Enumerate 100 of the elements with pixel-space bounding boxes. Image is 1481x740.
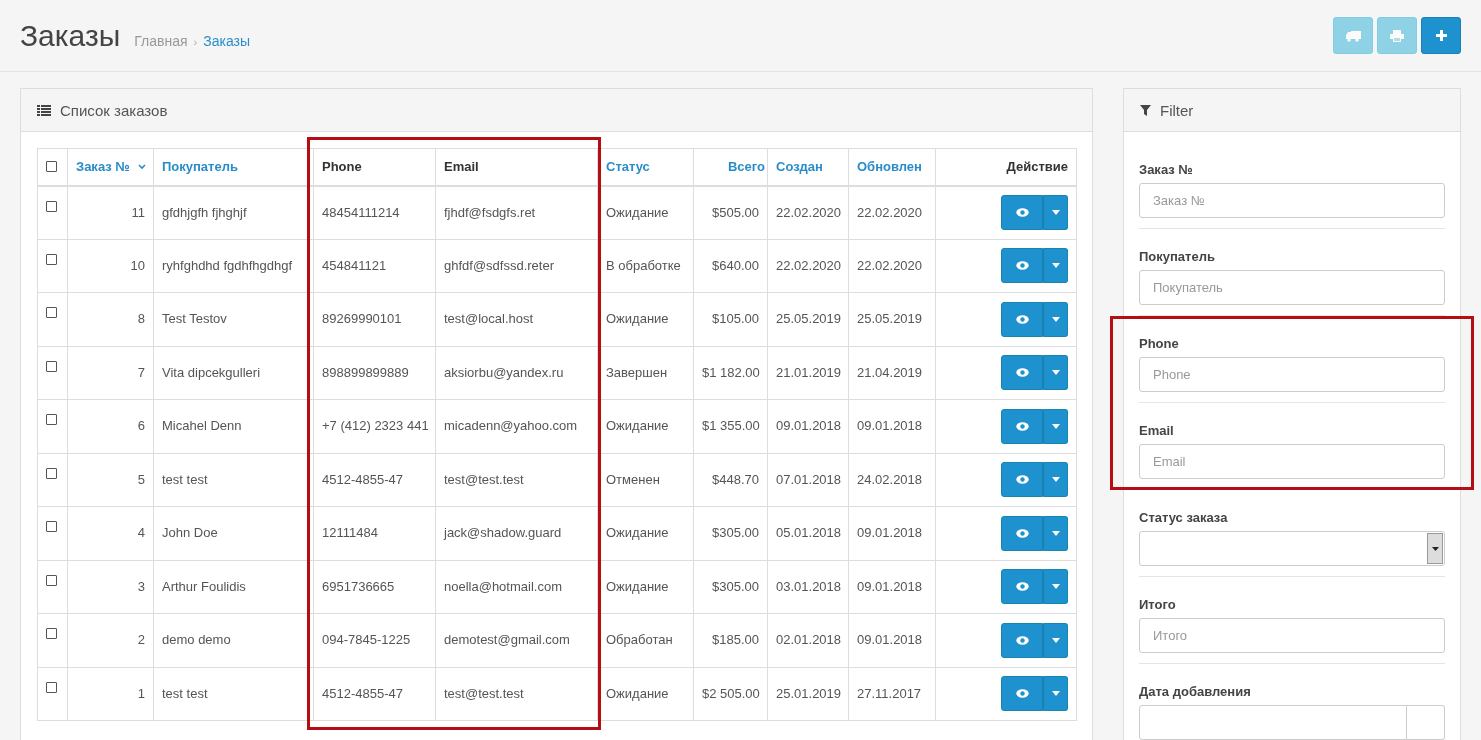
row-checkbox[interactable] [46, 467, 57, 479]
caret-icon [1051, 637, 1060, 643]
table-cell: aksiorbu@yandex.ru [444, 364, 564, 380]
table-cell: $1 355.00 [702, 418, 760, 434]
input-field[interactable]: Итого [1139, 618, 1445, 653]
row-checkbox[interactable] [46, 253, 57, 265]
table-cell: $305.00 [712, 525, 759, 541]
table-cell: test@local.host [444, 311, 534, 327]
dropdown-button[interactable] [1043, 248, 1068, 284]
column-header: Действие [1006, 158, 1068, 174]
table-cell: 094-7845-1225 [322, 632, 411, 648]
caret-icon [1051, 316, 1060, 322]
table-cell: noella@hotmail.com [444, 578, 562, 594]
row-checkbox[interactable] [46, 360, 57, 372]
table-cell: test test [162, 685, 208, 701]
table-cell: 09.01.2018 [776, 418, 842, 434]
filter-icon [1140, 104, 1151, 116]
row-checkbox[interactable] [46, 307, 57, 318]
input-field[interactable]: Email [1139, 444, 1445, 479]
row-checkbox[interactable] [46, 521, 57, 532]
table-cell: 4512-4855-47 [322, 685, 403, 701]
table-cell: Завершен [606, 364, 668, 380]
table-cell: 6951736665 [322, 578, 395, 594]
eye-icon [1015, 582, 1029, 592]
eye-icon [1015, 635, 1029, 645]
table-cell: 05.01.2018 [776, 525, 842, 541]
table-cell: 12111484 [322, 525, 378, 541]
caret-icon [1051, 530, 1060, 536]
dropdown-button[interactable] [1043, 569, 1068, 605]
input-field[interactable]: Покупатель [1139, 270, 1445, 305]
row-checkbox[interactable] [46, 200, 57, 212]
breadcrumb-link[interactable]: Главная [134, 32, 188, 49]
eye-icon [1015, 689, 1029, 699]
view-button[interactable] [1001, 515, 1043, 551]
select-field[interactable] [1139, 531, 1445, 566]
input-field[interactable]: Phone [1139, 357, 1445, 392]
table-cell: $1 182.00 [702, 364, 760, 380]
panel-title: Список заказов [60, 101, 168, 119]
add-button[interactable] [1421, 17, 1461, 54]
dropdown-button[interactable] [1043, 462, 1068, 498]
field-label: Заказ № [1139, 162, 1194, 177]
eye-icon [1015, 208, 1029, 217]
table-cell: 2 [137, 632, 145, 648]
field-label: Статус заказа [1139, 510, 1229, 525]
table-cell: 1 [137, 685, 145, 701]
dropdown-button[interactable] [1043, 676, 1068, 712]
table-cell: Обработан [606, 632, 673, 648]
input-field[interactable]: Заказ № [1139, 183, 1445, 218]
dropdown-button[interactable] [1043, 355, 1068, 391]
caret-icon [1051, 210, 1060, 215]
view-button[interactable] [1001, 355, 1043, 391]
dropdown-button[interactable] [1043, 515, 1068, 551]
table-cell: Ожидание [606, 204, 669, 220]
view-button[interactable] [1001, 408, 1043, 444]
view-button[interactable] [1001, 248, 1043, 284]
table-cell: jack@shadow.guard [444, 525, 562, 541]
date-field[interactable] [1139, 705, 1407, 740]
table-cell: $505.00 [712, 204, 759, 220]
table-cell: gfdhjgfh fjhghjf [162, 204, 247, 220]
caret-icon [1051, 477, 1060, 483]
view-button[interactable] [1001, 195, 1043, 230]
table-cell: 22.02.2020 [857, 257, 923, 273]
field-label: Phone [1139, 336, 1180, 351]
table-cell: 25.05.2019 [857, 311, 923, 327]
table-cell: Ожидание [606, 525, 669, 541]
dropdown-button[interactable] [1043, 408, 1068, 444]
table-cell: 25.01.2019 [776, 685, 842, 701]
row-checkbox[interactable] [46, 681, 57, 693]
row-checkbox[interactable] [46, 574, 57, 586]
table-cell: $640.00 [712, 257, 759, 273]
breadcrumb-link[interactable]: Заказы [203, 32, 251, 49]
row-checkbox[interactable] [46, 414, 57, 425]
table-cell: 27.11.2017 [857, 685, 922, 701]
view-button[interactable] [1001, 462, 1043, 498]
table-cell: +7 (412) 2323 441 [322, 418, 429, 434]
dropdown-button[interactable] [1043, 195, 1068, 230]
table-cell: Ожидание [606, 418, 669, 434]
table-cell: 09.01.2018 [857, 525, 923, 541]
dropdown-button[interactable] [1043, 301, 1068, 337]
view-button[interactable] [1001, 569, 1043, 605]
dropdown-button[interactable] [1043, 622, 1068, 658]
eye-icon [1015, 314, 1029, 324]
table-cell: 22.02.2020 [776, 204, 842, 220]
table-cell: micadenn@yahoo.com [444, 418, 578, 434]
view-button[interactable] [1001, 301, 1043, 337]
select-all-checkbox[interactable] [46, 161, 57, 173]
table-cell: 10 [130, 257, 145, 273]
view-button[interactable] [1001, 676, 1043, 712]
caret-icon [1051, 370, 1060, 376]
table-cell: 24.02.2018 [857, 471, 923, 487]
caret-icon [1431, 546, 1439, 551]
panel-title: Filter [1160, 101, 1194, 119]
row-checkbox[interactable] [46, 628, 57, 639]
table-cell: 03.01.2018 [776, 578, 842, 594]
table-cell: 09.01.2018 [857, 632, 923, 648]
table-cell: Ожидание [606, 685, 669, 701]
view-button[interactable] [1001, 622, 1043, 658]
table-cell: ghfdf@sdfssd.reter [444, 257, 555, 273]
table-cell: test@test.test [444, 685, 524, 701]
field-label: Email [1139, 423, 1175, 438]
